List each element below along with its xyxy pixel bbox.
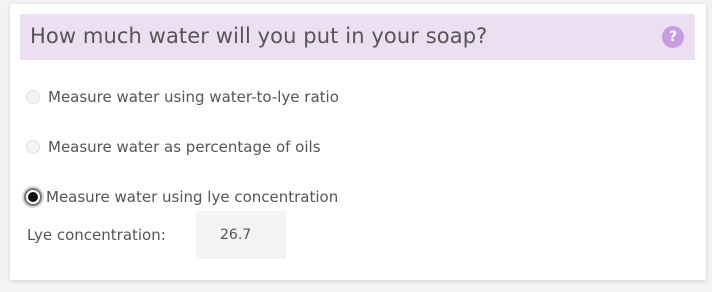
radio-water-to-lye-ratio[interactable] xyxy=(26,90,40,104)
option-label: Measure water using lye concentration xyxy=(46,188,339,206)
option-label: Measure water using water-to-lye ratio xyxy=(48,88,339,106)
section-title: How much water will you put in your soap… xyxy=(30,24,488,48)
lye-concentration-input[interactable] xyxy=(196,211,286,259)
radio-percentage-of-oils[interactable] xyxy=(26,140,40,154)
option-lye-concentration[interactable]: Measure water using lye concentration xyxy=(24,186,339,208)
help-icon[interactable]: ? xyxy=(662,26,684,48)
section-header: How much water will you put in your soap… xyxy=(20,14,695,60)
lye-concentration-label: Lye concentration: xyxy=(27,226,166,244)
water-settings-card: How much water will you put in your soap… xyxy=(10,4,706,280)
option-percentage-of-oils[interactable]: Measure water as percentage of oils xyxy=(26,136,321,158)
option-water-to-lye-ratio[interactable]: Measure water using water-to-lye ratio xyxy=(26,86,339,108)
radio-lye-concentration[interactable] xyxy=(24,188,42,206)
option-label: Measure water as percentage of oils xyxy=(48,138,321,156)
